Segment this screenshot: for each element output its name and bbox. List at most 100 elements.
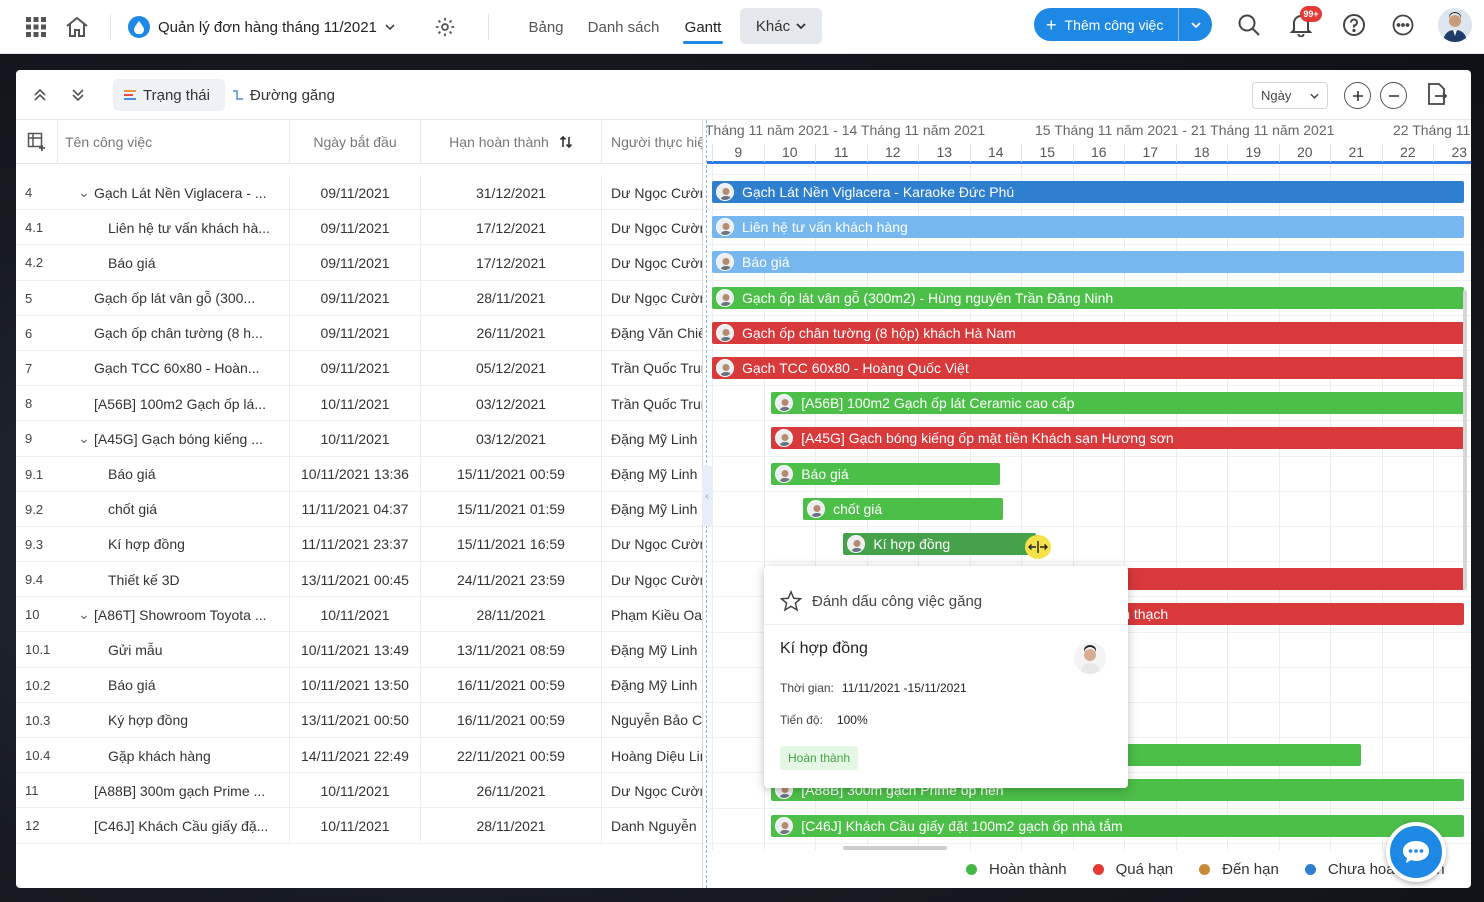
due-date-cell[interactable]: 28/11/2021 (421, 808, 602, 844)
gantt-bar[interactable]: chốt giá (803, 497, 1003, 520)
assignee-cell[interactable]: Danh Nguyễn (602, 808, 702, 843)
due-date-cell[interactable]: 22/11/2021 00:59 (421, 738, 602, 773)
column-settings-icon[interactable] (16, 120, 58, 164)
start-date-cell[interactable]: 09/11/2021 (290, 280, 421, 316)
start-date-cell[interactable]: 09/11/2021 (290, 175, 421, 210)
gantt-bar[interactable]: [A56B] 100m2 Gạch ốp lát Ceramic cao cấp (771, 392, 1464, 415)
add-task-dropdown[interactable] (1179, 21, 1212, 28)
assignee-cell[interactable]: Đặng Mỹ Linh (602, 492, 702, 527)
start-date-cell[interactable]: 13/11/2021 00:45 (290, 562, 421, 598)
table-row[interactable]: 9.3 Kí hợp đồng 11/11/2021 23:37 15/11/2021… (16, 526, 702, 563)
search-icon[interactable] (1234, 10, 1264, 40)
table-row[interactable]: 9.1 Báo giá 10/11/2021 13:36 15/11/2021 00:… (16, 456, 702, 492)
table-row[interactable]: 10.1 Gửi mẫu 10/11/2021 13:49 13/11/2021 08… (16, 632, 702, 668)
due-date-cell[interactable]: 16/11/2021 00:59 (421, 667, 602, 703)
gantt-bar[interactable]: Báo giá (771, 462, 1001, 485)
gantt-bar[interactable]: Gạch ốp lát vân gỗ (300m2) - Hùng nguyên… (712, 286, 1464, 309)
assignee-cell[interactable]: Dư Ngọc Cường (602, 210, 702, 245)
sort-icon[interactable] (559, 135, 573, 149)
due-date-cell[interactable]: 15/11/2021 16:59 (421, 526, 602, 562)
task-name-cell[interactable]: ⌄ [A45G] Gạch bóng kiếng ... (58, 421, 290, 457)
task-name-cell[interactable]: Báo giá (58, 456, 290, 492)
table-row[interactable]: 8 [A56B] 100m2 Gạch ốp lá... 10/11/2021 03/… (16, 386, 702, 422)
gantt-bar[interactable]: Gạch Lát Nền Viglacera - Karaoke Đức Phú (712, 181, 1464, 203)
start-date-cell[interactable]: 11/11/2021 04:37 (290, 491, 421, 527)
gantt-bar[interactable]: Gạch TCC 60x80 - Hoàng Quốc Việt (712, 357, 1464, 379)
gantt-bar[interactable]: Gạch ốp chân tường (8 hộp) khách Hà Nam (712, 321, 1464, 344)
timescale-select[interactable]: Ngày (1252, 82, 1328, 109)
task-name-cell[interactable]: Gạch ốp chân tường (8 h... (58, 315, 290, 351)
assignee-cell[interactable]: Đặng Mỹ Linh (602, 457, 702, 492)
resize-handle-icon[interactable] (1025, 535, 1051, 559)
task-name-cell[interactable]: Thiết kế 3D (58, 562, 290, 598)
help-icon[interactable] (1339, 10, 1369, 40)
task-name-cell[interactable]: ⌄ [A86T] Showroom Toyota ... (58, 597, 290, 633)
chevron-down-icon[interactable]: ⌄ (78, 606, 90, 623)
table-row[interactable]: 12 [C46J] Khách Cầu giấy đặ... 10/11/2021 2… (16, 808, 702, 844)
task-name-cell[interactable]: Gạch ốp lát vân gỗ (300... (58, 280, 290, 316)
start-date-cell[interactable]: 10/11/2021 (290, 386, 421, 422)
chat-button[interactable] (1386, 822, 1446, 882)
task-name-cell[interactable]: Gạch TCC 60x80 - Hoàn... (58, 350, 290, 386)
table-row[interactable]: 11 [A88B] 300m gạch Prime ... 10/11/2021 26… (16, 773, 702, 809)
gantt-bar[interactable]: [A45G] Gạch bóng kiếng ốp mặt tiền Khách… (771, 427, 1464, 450)
assignee-cell[interactable]: Trần Quốc Trung (602, 351, 702, 386)
mark-critical-button[interactable]: Đánh dấu công việc găng (780, 590, 982, 612)
tab-list[interactable]: Danh sách (587, 10, 660, 44)
task-name-cell[interactable]: Gửi mẫu (58, 632, 290, 668)
due-date-cell[interactable]: 26/11/2021 (421, 773, 602, 809)
table-row[interactable]: 4.2 Báo giá 09/11/2021 17/12/2021 Dư Ngọc Cư… (16, 245, 702, 281)
table-row[interactable]: 10.4 Gặp khách hàng 14/11/2021 22:49 22/11/… (16, 738, 702, 774)
due-date-cell[interactable]: 17/12/2021 (421, 245, 602, 281)
start-date-cell[interactable]: 09/11/2021 (290, 350, 421, 386)
horizontal-scrollbar[interactable] (843, 846, 947, 850)
assignee-cell[interactable]: Đặng Mỹ Linh (602, 421, 702, 456)
start-date-cell[interactable]: 10/11/2021 (290, 597, 421, 633)
due-date-cell[interactable]: 15/11/2021 00:59 (421, 456, 602, 492)
due-date-cell[interactable]: 16/11/2021 00:59 (421, 702, 602, 738)
due-date-cell[interactable]: 28/11/2021 (421, 597, 602, 633)
add-task-button[interactable]: + Thêm công việc (1034, 8, 1212, 41)
start-date-cell[interactable]: 09/11/2021 (290, 210, 421, 246)
assignee-cell[interactable]: Trần Quốc Trung (602, 386, 702, 421)
home-icon[interactable] (62, 12, 92, 42)
critical-path-button[interactable]: Đường găng (232, 79, 335, 111)
table-row[interactable]: 9.4 Thiết kế 3D 13/11/2021 00:45 24/11/2021… (16, 562, 702, 598)
task-name-cell[interactable]: Báo giá (58, 245, 290, 281)
zoom-in-button[interactable] (1344, 82, 1371, 109)
chevron-down-icon[interactable]: ⌄ (78, 184, 90, 201)
assignee-cell[interactable]: Đặng Văn Chiến (602, 316, 702, 351)
assignee-cell[interactable]: Nguyễn Bảo Châu (602, 703, 702, 738)
collapse-all-icon[interactable] (30, 85, 50, 105)
task-name-cell[interactable]: [A88B] 300m gạch Prime ... (58, 773, 290, 809)
gantt-bar[interactable]: [C46J] Khách Cầu giấy đặt 100m2 gạch ốp … (771, 814, 1464, 837)
table-row[interactable]: 5 Gạch ốp lát vân gỗ (300... 09/11/2021 28/… (16, 280, 702, 316)
table-row[interactable]: 4.1 Liên hệ tư vấn khách hà... 09/11/2021 1… (16, 210, 702, 246)
table-row[interactable]: 10.3 Ký hợp đồng 13/11/2021 00:50 16/11/202… (16, 702, 702, 738)
table-row[interactable]: 6 Gạch ốp chân tường (8 h... 09/11/2021 26/… (16, 315, 702, 351)
task-name-cell[interactable]: Kí hợp đồng (58, 526, 290, 562)
table-row[interactable]: 10 ⌄ [A86T] Showroom Toyota ... 10/11/2021 2… (16, 597, 702, 633)
task-name-cell[interactable]: chốt giá (58, 491, 290, 527)
start-date-cell[interactable]: 14/11/2021 22:49 (290, 738, 421, 773)
start-date-cell[interactable]: 10/11/2021 (290, 421, 421, 457)
due-date-cell[interactable]: 26/11/2021 (421, 315, 602, 351)
zoom-out-button[interactable] (1380, 82, 1407, 109)
start-date-cell[interactable]: 09/11/2021 (290, 315, 421, 351)
gantt-bar[interactable]: Liên hệ tư vấn khách hàng (712, 216, 1464, 239)
collapse-table-handle[interactable]: ‹ (702, 466, 712, 526)
task-name-cell[interactable]: [A56B] 100m2 Gạch ốp lá... (58, 386, 290, 422)
more-options-icon[interactable] (1388, 10, 1418, 40)
start-date-cell[interactable]: 11/11/2021 23:37 (290, 526, 421, 562)
start-date-cell[interactable]: 10/11/2021 13:50 (290, 667, 421, 703)
tab-more[interactable]: Khác (740, 8, 822, 44)
assignee-cell[interactable]: Dư Ngọc Cường (602, 245, 702, 280)
start-date-cell[interactable]: 10/11/2021 13:49 (290, 632, 421, 668)
assignee-cell[interactable]: Đặng Mỹ Linh (602, 632, 702, 667)
gear-icon[interactable] (430, 12, 460, 42)
due-date-cell[interactable]: 03/12/2021 (421, 386, 602, 422)
vertical-scrollbar[interactable] (1463, 290, 1467, 590)
header-assignee[interactable]: Người thực hiện (602, 120, 702, 164)
tab-board[interactable]: Bảng (528, 10, 564, 44)
start-date-cell[interactable]: 13/11/2021 00:50 (290, 702, 421, 738)
